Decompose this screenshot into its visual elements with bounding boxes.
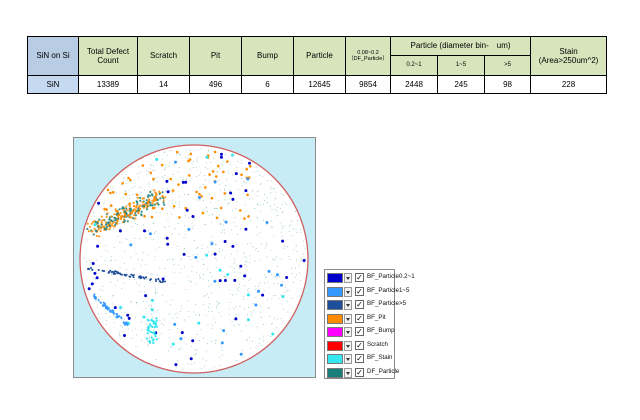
- legend-item[interactable]: ✓ BF_Particle0.2~1: [327, 272, 415, 284]
- legend-item[interactable]: ✓ BF_Particle1~5: [327, 286, 409, 298]
- table-row: SiN 13389 14 496 6 12645 9854 2448 245 9…: [27, 75, 608, 94]
- legend-checkbox[interactable]: ✓: [355, 354, 364, 363]
- legend-checkbox[interactable]: ✓: [355, 367, 364, 377]
- header-df-particle: 0.08~0.2 （DF_Particle）: [345, 36, 391, 76]
- color-dropdown-chevron-icon[interactable]: [344, 286, 352, 297]
- legend-checkbox[interactable]: ✓: [355, 313, 364, 323]
- color-dropdown-chevron-icon[interactable]: [344, 300, 352, 310]
- header-sample: SiN on Si: [27, 36, 79, 76]
- legend-item[interactable]: ✓ DF_Particle: [327, 367, 399, 379]
- legend-label: BF_Particle1~5: [367, 286, 410, 294]
- cell-bin-0-2-1: 2448: [390, 75, 438, 94]
- defect-type-legend: ✓ BF_Particle0.2~1 ✓ BF_Particle1~5 ✓ BF…: [324, 269, 415, 379]
- legend-checkbox[interactable]: ✓: [355, 327, 364, 336]
- color-dropdown-chevron-icon[interactable]: [344, 313, 352, 324]
- header-bin-1-5: 1~5: [437, 55, 485, 76]
- header-stain: Stain (Area>250um^2): [530, 36, 608, 76]
- cell-bin-1-5: 245: [437, 75, 485, 94]
- legend-label: BF_Stain: [367, 354, 393, 361]
- legend-swatch: [327, 367, 343, 378]
- header-bin-gt5: >5: [483, 55, 532, 76]
- cell-sample: SiN: [27, 75, 79, 94]
- legend-swatch: [327, 286, 343, 297]
- legend-item[interactable]: ✓ BF_Particle>5: [327, 299, 406, 311]
- legend-swatch: [327, 327, 343, 337]
- header-bin-0-2-1: 0.2~1: [390, 55, 438, 76]
- cell-scratch: 14: [137, 75, 190, 94]
- legend-checkbox[interactable]: ✓: [355, 300, 364, 309]
- cell-stain: 228: [530, 75, 608, 94]
- legend-checkbox[interactable]: ✓: [355, 286, 364, 296]
- legend-checkbox[interactable]: ✓: [355, 340, 364, 350]
- header-particle: Particle: [293, 36, 346, 76]
- legend-swatch: [327, 300, 343, 310]
- legend-label: BF_Particle>5: [367, 300, 407, 307]
- legend-label: BF_Bump: [367, 327, 395, 334]
- header-scratch: Scratch: [137, 36, 190, 76]
- wafer-outline: [79, 144, 309, 374]
- header-pit: Pit: [189, 36, 242, 76]
- legend-item[interactable]: ✓ BF_Stain: [327, 353, 393, 365]
- legend-label: Scratch: [367, 340, 388, 348]
- legend-label: DF_Particle: [367, 367, 400, 375]
- legend-label: BF_Particle0.2~1: [367, 273, 415, 280]
- legend-label: BF_Pit: [367, 313, 386, 321]
- color-dropdown-chevron-icon[interactable]: [344, 354, 352, 364]
- legend-item[interactable]: ✓ BF_Pit: [327, 313, 393, 325]
- legend-checkbox[interactable]: ✓: [355, 273, 364, 282]
- cell-df-particle: 9854: [345, 75, 391, 94]
- color-dropdown-chevron-icon[interactable]: [344, 367, 352, 378]
- cell-bin-gt5: 98: [483, 75, 532, 94]
- wafer-defect-map: [73, 137, 316, 378]
- defect-summary-table: SiN on Si Total Defect Count Scratch Pit…: [27, 36, 608, 94]
- legend-swatch: [327, 273, 343, 283]
- legend-swatch: [327, 354, 343, 364]
- color-dropdown-chevron-icon[interactable]: [344, 340, 352, 351]
- legend-swatch: [327, 313, 343, 324]
- header-total-defect-count: Total Defect Count: [78, 36, 138, 76]
- legend-item[interactable]: ✓ BF_Bump: [327, 326, 395, 338]
- cell-total: 13389: [78, 75, 138, 94]
- cell-particle: 12645: [293, 75, 346, 94]
- color-dropdown-chevron-icon[interactable]: [344, 273, 352, 283]
- cell-pit: 496: [189, 75, 242, 94]
- legend-swatch: [327, 340, 343, 351]
- cell-bump: 6: [241, 75, 294, 94]
- header-bump: Bump: [241, 36, 294, 76]
- wafer-map-canvas: [79, 144, 309, 374]
- color-dropdown-chevron-icon[interactable]: [344, 327, 352, 337]
- header-particle-diameter-bin: Particle (diameter bin- um): [389, 36, 532, 56]
- legend-item[interactable]: ✓ Scratch: [327, 340, 393, 352]
